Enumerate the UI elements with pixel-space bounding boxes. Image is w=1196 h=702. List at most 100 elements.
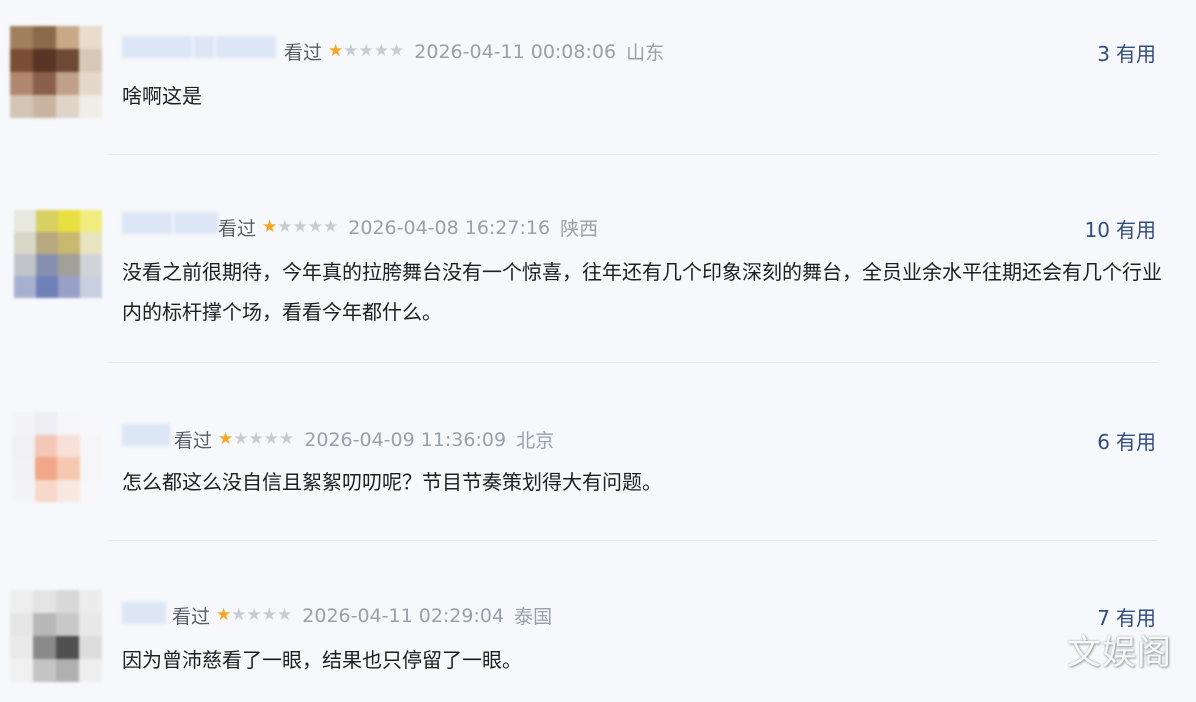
avatar-pixel xyxy=(79,434,102,457)
rating-stars: ★ ★ ★ ★ ★ xyxy=(218,431,294,448)
rating-stars: ★ ★ ★ ★ ★ xyxy=(216,607,292,624)
avatar-pixel xyxy=(56,26,79,49)
comment-meta: 看过 ★ ★ ★ ★ ★ 2026-04-11 02:29:04 泰国 xyxy=(172,602,552,629)
user-avatar[interactable] xyxy=(10,590,102,682)
avatar-pixel xyxy=(33,49,56,72)
avatar-pixel xyxy=(36,210,58,232)
avatar-pixel xyxy=(58,210,80,232)
useful-label: 有用 xyxy=(1116,218,1156,242)
comment-text: 啥啊这是 xyxy=(122,84,202,108)
avatar-pixel xyxy=(57,412,80,435)
avatar-pixel xyxy=(33,590,56,613)
seen-label: 看过 xyxy=(218,218,257,240)
avatar-pixel xyxy=(33,659,56,682)
avatar-pixel xyxy=(80,210,102,232)
comment-location: 泰国 xyxy=(514,606,553,628)
star-empty-icon: ★ xyxy=(277,605,293,625)
useful-count: 10 xyxy=(1084,218,1110,242)
avatar-pixel xyxy=(56,636,79,659)
comment-timestamp: 2026-04-08 16:27:16 xyxy=(348,216,551,239)
comment-text: 因为曾沛慈看了一眼，结果也只停留了一眼。 xyxy=(122,648,522,672)
avatar-pixel xyxy=(56,95,79,118)
star-filled-icon: ★ xyxy=(218,429,234,449)
useful-label: 有用 xyxy=(1116,42,1156,66)
username-blurred[interactable] xyxy=(122,212,218,234)
comment-location: 北京 xyxy=(516,430,555,452)
avatar-pixel xyxy=(10,636,33,659)
star-empty-icon: ★ xyxy=(246,605,262,625)
avatar-pixel xyxy=(79,26,102,49)
avatar-pixel xyxy=(14,210,36,232)
user-avatar[interactable] xyxy=(10,26,102,118)
username-blurred[interactable] xyxy=(122,424,170,446)
avatar-pixel xyxy=(12,457,35,480)
avatar-pixel xyxy=(36,276,58,298)
avatar-pixel xyxy=(10,590,33,613)
useful-count: 6 xyxy=(1097,430,1110,454)
avatar-pixel xyxy=(79,72,102,95)
avatar-pixel xyxy=(79,49,102,72)
avatar-pixel xyxy=(34,457,57,480)
star-empty-icon: ★ xyxy=(279,429,295,449)
seen-label: 看过 xyxy=(174,430,213,452)
avatar-pixel xyxy=(14,276,36,298)
avatar-pixel xyxy=(12,479,35,502)
star-empty-icon: ★ xyxy=(307,217,324,237)
avatar-pixel xyxy=(57,479,80,502)
comment-location: 陕西 xyxy=(560,218,599,240)
avatar-pixel xyxy=(58,276,80,298)
divider xyxy=(108,154,1158,155)
star-empty-icon: ★ xyxy=(389,41,405,61)
star-filled-icon: ★ xyxy=(262,217,278,237)
avatar-pixel xyxy=(79,457,102,480)
avatar-pixel xyxy=(12,412,35,435)
star-empty-icon: ★ xyxy=(343,41,359,61)
avatar-pixel xyxy=(58,254,80,276)
avatar-pixel xyxy=(56,613,79,636)
comment-timestamp: 2026-04-11 00:08:06 xyxy=(414,40,617,63)
avatar-pixel xyxy=(10,95,33,118)
star-empty-icon: ★ xyxy=(277,217,293,237)
avatar-pixel xyxy=(34,412,57,435)
username-blurred[interactable] xyxy=(122,602,166,624)
avatar-pixel xyxy=(80,254,102,276)
avatar-pixel xyxy=(56,49,79,72)
user-avatar[interactable] xyxy=(12,412,102,502)
avatar-pixel xyxy=(56,659,79,682)
divider xyxy=(108,362,1158,363)
avatar-pixel xyxy=(56,72,79,95)
star-empty-icon: ★ xyxy=(263,429,280,449)
useful-vote-button[interactable]: 10 有用 xyxy=(1085,214,1156,243)
avatar-pixel xyxy=(10,49,33,72)
avatar-pixel xyxy=(33,613,56,636)
comment-location: 山东 xyxy=(626,42,665,64)
comment-meta: 看过 ★ ★ ★ ★ ★ 2026-04-09 11:36:09 北京 xyxy=(174,426,554,453)
avatar-pixel xyxy=(34,434,57,457)
star-empty-icon: ★ xyxy=(373,41,390,61)
avatar-pixel xyxy=(58,232,80,254)
star-empty-icon: ★ xyxy=(323,217,339,237)
star-empty-icon: ★ xyxy=(261,605,278,625)
avatar-pixel xyxy=(33,95,56,118)
avatar-pixel xyxy=(79,636,102,659)
rating-stars: ★ ★ ★ ★ ★ xyxy=(262,219,338,236)
avatar-pixel xyxy=(79,613,102,636)
useful-vote-button[interactable]: 6 有用 xyxy=(1097,426,1156,455)
comment-text: 怎么都这么没自信且絮絮叨叨呢？节目节奏策划得大有问题。 xyxy=(122,470,662,494)
comment-text: 没看之前很期待，今年真的拉胯舞台没有一个惊喜，往年还有几个印象深刻的舞台，全员业… xyxy=(122,260,1162,324)
avatar-pixel xyxy=(14,254,36,276)
useful-vote-button[interactable]: 3 有用 xyxy=(1097,38,1156,67)
star-filled-icon: ★ xyxy=(216,605,232,625)
star-empty-icon: ★ xyxy=(233,429,249,449)
avatar-pixel xyxy=(57,434,80,457)
avatar-pixel xyxy=(14,232,36,254)
comment-meta: 看过 ★ ★ ★ ★ ★ 2026-04-08 16:27:16 陕西 xyxy=(218,214,598,241)
avatar-pixel xyxy=(79,590,102,613)
user-avatar[interactable] xyxy=(14,210,102,298)
avatar-pixel xyxy=(10,659,33,682)
star-empty-icon: ★ xyxy=(292,217,308,237)
star-empty-icon: ★ xyxy=(248,429,264,449)
seen-label: 看过 xyxy=(172,606,211,628)
username-blurred[interactable] xyxy=(122,36,276,58)
avatar-pixel xyxy=(57,457,80,480)
